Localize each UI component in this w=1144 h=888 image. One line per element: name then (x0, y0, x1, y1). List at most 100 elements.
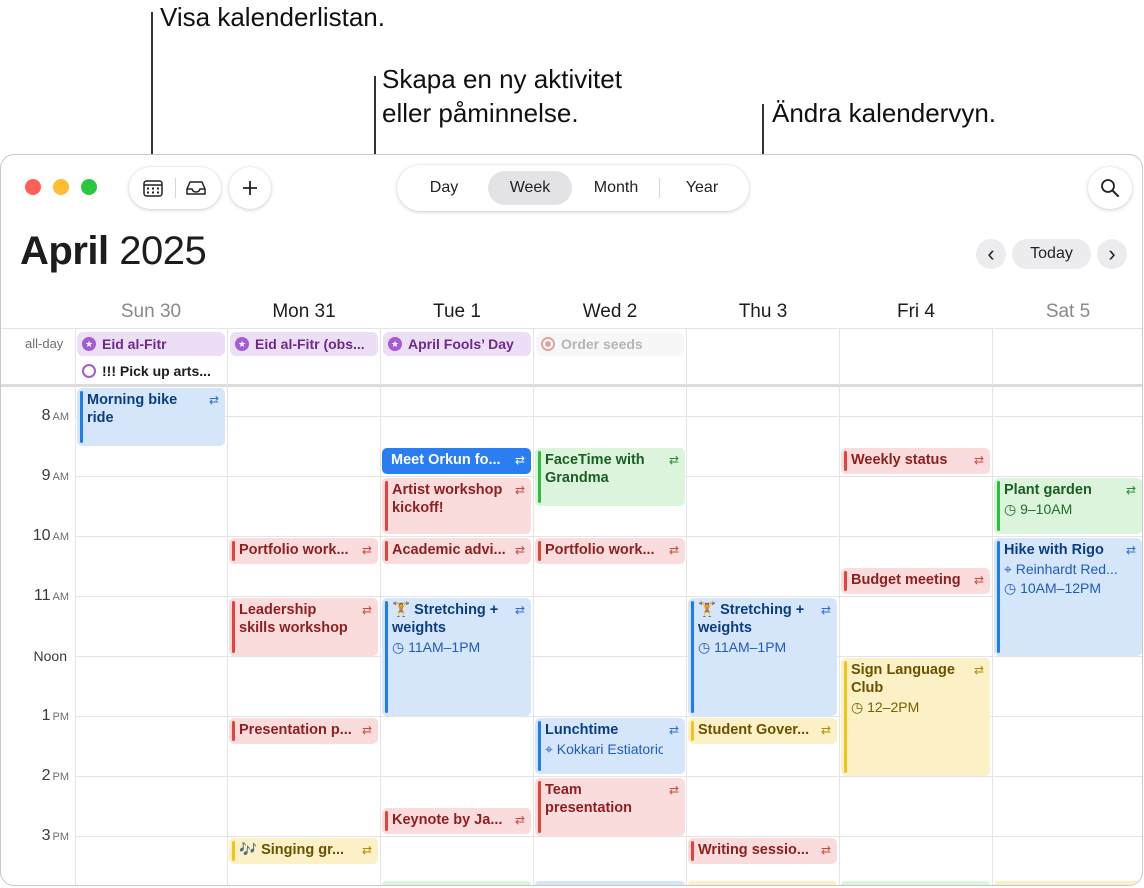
event-singing-group[interactable]: 🎶 Singing gr... ⇄ (229, 838, 378, 864)
event-leadership-workshop[interactable]: Leadership skills workshop ⇄ (229, 598, 378, 656)
event-title: Student Gover... (698, 722, 810, 738)
toolbar-divider (175, 178, 176, 198)
hour-label-3pm: 3 PM (41, 827, 69, 844)
all-day-event-eid-mon[interactable]: ★ Eid al-Fitr (obs... (230, 332, 378, 356)
event-budget-meeting[interactable]: Budget meeting ⇄ (841, 568, 990, 594)
event-time: 10AM–12PM (1020, 580, 1102, 596)
event-team-presentation[interactable]: Team presentation ⇄ (535, 778, 685, 836)
all-day-event-april-fools[interactable]: ★ April Fools’ Day (383, 332, 531, 356)
view-divider (659, 178, 660, 198)
event-artist-workshop[interactable]: Artist workshop kickoff! ⇄ (382, 478, 531, 534)
view-week-button[interactable]: Week (488, 171, 572, 205)
event-title: Budget meeting (851, 572, 961, 588)
star-icon: ★ (388, 337, 402, 351)
clock-icon: ◷ (851, 699, 864, 715)
minimize-window-button[interactable] (53, 179, 69, 195)
event-morning-bike-ride[interactable]: Morning bike ride ⇄ (77, 388, 225, 446)
clock-icon: ◷ (698, 639, 711, 655)
repeat-icon: ⇄ (820, 603, 831, 617)
calendar-grid-icon[interactable] (134, 169, 172, 207)
event-portfolio-mon[interactable]: Portfolio work... ⇄ (229, 538, 378, 564)
next-week-button[interactable]: › (1097, 239, 1127, 269)
event-facetime-grandma[interactable]: FaceTime with Grandma ⇄ (535, 448, 685, 506)
event-partial[interactable] (841, 881, 990, 885)
event-title: Eid al-Fitr (obs... (255, 336, 365, 352)
event-academic-advising[interactable]: Academic advi... ⇄ (382, 538, 531, 564)
day-header-tue: Tue 1 (433, 301, 481, 322)
search-button[interactable] (1088, 167, 1132, 209)
event-title: Hike with Rigo (1004, 542, 1104, 558)
location-icon: ⌖ (545, 741, 553, 757)
repeat-icon: ⇄ (973, 453, 984, 467)
event-title: Leadership skills workshop (239, 602, 348, 636)
view-year-button[interactable]: Year (663, 171, 741, 205)
event-sign-language-club[interactable]: Sign Language Club ◷ 12–2PM ⇄ (841, 658, 990, 776)
day-header-fri: Fri 4 (897, 301, 935, 322)
event-title: Keynote by Ja... (392, 812, 503, 828)
day-header-mon: Mon 31 (272, 301, 336, 322)
all-day-event-eid-sun[interactable]: ★ Eid al-Fitr (77, 332, 225, 356)
event-title: Order seeds (561, 336, 643, 352)
chevron-right-icon: › (1108, 241, 1116, 266)
repeat-icon: ⇄ (514, 813, 525, 827)
event-partial[interactable] (688, 881, 837, 885)
event-lunchtime[interactable]: Lunchtime ⌖ Kokkari Estiatorio ⇄ (535, 718, 685, 774)
event-writing-session[interactable]: Writing sessio... ⇄ (688, 838, 837, 864)
event-meet-orkun[interactable]: Meet Orkun fo... ⇄ (382, 448, 531, 474)
add-event-button[interactable] (229, 167, 271, 209)
zoom-window-button[interactable] (81, 179, 97, 195)
all-day-label: all-day (25, 336, 64, 351)
callout-calendar-list: Visa kalenderlistan. (160, 2, 385, 32)
event-title: Writing sessio... (698, 842, 809, 858)
event-portfolio-wed[interactable]: Portfolio work... ⇄ (535, 538, 685, 564)
all-day-reminder-pickup[interactable]: !!! Pick up arts... (77, 359, 225, 383)
hour-label-9am: 9 AM (41, 467, 69, 484)
callout-change-view: Ändra kalendervyn. (772, 98, 997, 128)
location-icon: ⌖ (1004, 561, 1012, 577)
event-title: Team presentation (545, 782, 633, 816)
column-divider (686, 328, 687, 885)
previous-week-button[interactable]: ‹ (976, 239, 1006, 269)
event-stretching-tue[interactable]: 🏋 Stretching + weights ◷ 11AM–1PM ⇄ (382, 598, 531, 716)
event-title: Lunchtime (545, 722, 619, 738)
clock-icon: ◷ (1004, 580, 1017, 596)
plus-icon (243, 181, 257, 195)
chevron-left-icon: ‹ (987, 241, 995, 266)
event-title: Plant garden (1004, 482, 1092, 498)
reminder-circle-icon[interactable] (82, 364, 96, 378)
repeat-icon: ⇄ (668, 783, 679, 797)
calendar-window: Day Week Month Year April 2025 ‹ Today ›… (0, 154, 1143, 886)
event-partial[interactable] (535, 881, 685, 885)
event-time: 12–2PM (867, 699, 920, 715)
inbox-tray-icon[interactable] (177, 169, 215, 207)
event-student-government[interactable]: Student Gover... ⇄ (688, 718, 837, 744)
star-icon: ★ (82, 337, 96, 351)
event-presentation-prep[interactable]: Presentation p... ⇄ (229, 718, 378, 744)
event-stretching-thu[interactable]: 🏋 Stretching + weights ◷ 11AM–1PM ⇄ (688, 598, 837, 716)
event-hike-with-rigo[interactable]: Hike with Rigo ⌖ Reinhardt Red... ◷ 10AM… (994, 538, 1142, 656)
all-day-reminder-order-seeds[interactable]: Order seeds (536, 332, 684, 356)
event-keynote[interactable]: Keynote by Ja... ⇄ (382, 808, 531, 834)
event-plant-garden[interactable]: Plant garden ◷ 9–10AM ⇄ (994, 478, 1142, 534)
event-partial[interactable] (994, 881, 1142, 885)
event-title: April Fools’ Day (408, 336, 514, 352)
repeat-icon: ⇄ (1125, 543, 1136, 557)
event-time: 11AM–1PM (408, 639, 481, 655)
close-window-button[interactable] (25, 179, 41, 195)
event-weekly-status[interactable]: Weekly status ⇄ (841, 448, 990, 474)
reminder-completed-icon[interactable] (541, 337, 555, 351)
repeat-icon: ⇄ (1125, 483, 1136, 497)
column-divider (533, 328, 534, 885)
view-day-button[interactable]: Day (405, 171, 483, 205)
day-header-sat: Sat 5 (1045, 301, 1091, 322)
event-time: 11AM–1PM (714, 639, 787, 655)
hour-label-1pm: 1 PM (41, 707, 69, 724)
today-button[interactable]: Today (1012, 239, 1091, 269)
hour-label-11am: 11 AM (33, 587, 69, 604)
day-header-sun: Sun 30 (120, 301, 182, 322)
repeat-icon: ⇄ (820, 723, 831, 737)
event-title: Portfolio work... (239, 542, 349, 558)
event-title: 🎶 Singing gr... (239, 842, 345, 858)
event-partial[interactable] (382, 881, 531, 885)
view-month-button[interactable]: Month (577, 171, 655, 205)
